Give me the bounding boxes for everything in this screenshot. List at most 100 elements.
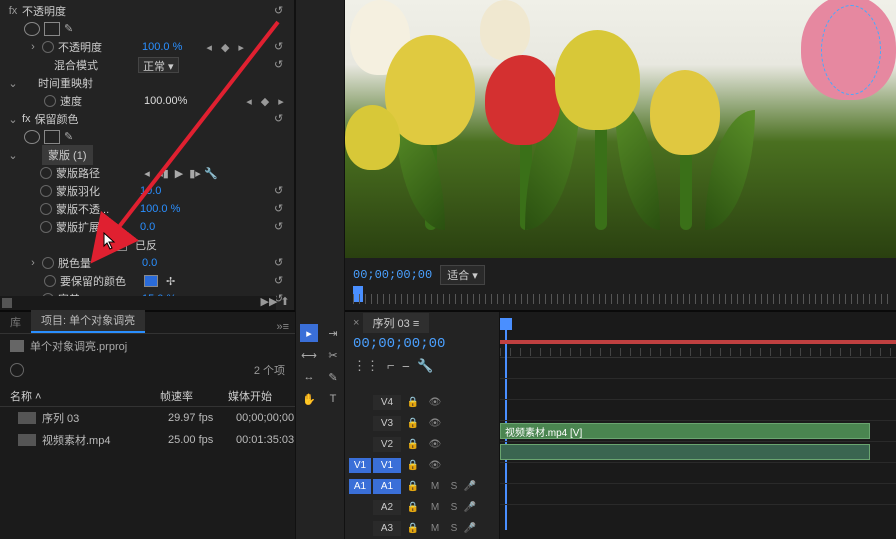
prev-kf-icon[interactable]: ◂ (202, 40, 216, 54)
timeline-timecode[interactable]: 00;00;00;00 (345, 334, 499, 354)
mask-invert-checkbox[interactable] (116, 240, 127, 251)
mask-outline[interactable] (821, 5, 881, 95)
panel-menu-icon[interactable]: »≡ (270, 321, 295, 333)
razor-tool[interactable]: ✂ (324, 346, 342, 364)
track-v4[interactable] (500, 358, 896, 379)
keyframe-toggle[interactable] (42, 257, 54, 269)
track-header-v2[interactable]: V2🔒👁 (345, 434, 499, 455)
decolor-value[interactable]: 0.0 (142, 257, 182, 269)
program-timecode[interactable]: 00;00;00;00 (353, 268, 432, 282)
track-step-icon[interactable]: ▮▸ (188, 166, 202, 180)
mask-ellipse-icon[interactable] (24, 130, 40, 144)
next-kf-icon[interactable]: ▸ (234, 40, 248, 54)
add-kf-icon[interactable]: ◆ (218, 40, 232, 54)
track-header-a3[interactable]: A3🔒MS🎤 (345, 518, 499, 539)
keyframe-toggle[interactable] (44, 275, 56, 287)
search-icon[interactable] (10, 363, 24, 377)
track-header-a2[interactable]: A2🔒MS🎤 (345, 497, 499, 518)
blend-mode-dropdown[interactable]: 正常 ▾ (138, 57, 179, 73)
prev-kf-icon[interactable]: ◂ (242, 94, 256, 108)
col-name-header[interactable]: 名称 ˄ (10, 388, 160, 404)
expand-icon[interactable]: ⌄ (8, 77, 18, 90)
collapse-icon[interactable]: › (28, 257, 38, 269)
reset-icon[interactable]: ↺ (274, 220, 288, 234)
monitor-ruler[interactable] (353, 288, 888, 304)
export-icon[interactable]: ⬆ (278, 294, 292, 308)
reset-icon[interactable]: ↺ (274, 58, 288, 72)
expand-icon[interactable]: ⌄ (8, 113, 18, 126)
track-a3[interactable] (500, 484, 896, 505)
keyframe-toggle[interactable] (40, 221, 52, 233)
track-header-v1[interactable]: V1V1🔒👁 (345, 455, 499, 476)
timeline-tracks-area[interactable]: 视频素材.mp4 [V] (500, 312, 896, 539)
track-select-tool[interactable]: ⇥ (324, 324, 342, 342)
track-v1[interactable]: 视频素材.mp4 [V] (500, 421, 896, 442)
hand-tool[interactable]: ✋ (300, 390, 318, 408)
video-output[interactable] (345, 0, 896, 258)
sequence-tab[interactable]: 序列 03 ≡ (363, 313, 430, 333)
keyframe-toggle[interactable] (44, 95, 56, 107)
mask-pen-icon[interactable]: ✎ (64, 22, 80, 36)
keyframe-toggle[interactable] (40, 185, 52, 197)
type-tool[interactable]: T (324, 390, 342, 408)
loop-icon[interactable]: ▶▶ (262, 294, 276, 308)
opacity-value[interactable]: 100.0 % (142, 41, 182, 53)
col-fps-header[interactable]: 帧速率 (160, 388, 228, 404)
mask-feather-value[interactable]: 10.0 (140, 185, 180, 197)
project-tab[interactable]: 项目: 单个对象调亮 (31, 309, 145, 333)
link-icon[interactable]: ⌐ (387, 358, 395, 374)
expand-icon[interactable]: ⌄ (8, 149, 18, 162)
project-item[interactable]: 视频素材.mp4 25.00 fps 00:01:35:03 (0, 429, 295, 451)
track-v3[interactable] (500, 379, 896, 400)
timeline-playhead[interactable] (500, 318, 512, 330)
slip-tool[interactable]: ↔ (300, 368, 318, 386)
effects-scrollbar[interactable] (0, 296, 276, 310)
wrench-icon[interactable]: 🔧 (204, 166, 218, 180)
mask-opacity-value[interactable]: 100.0 % (140, 203, 180, 215)
keyframe-toggle[interactable] (40, 167, 52, 179)
add-kf-icon[interactable]: ◆ (258, 94, 272, 108)
library-tab[interactable]: 库 (0, 311, 31, 333)
track-header-a1[interactable]: A1A1🔒MS🎤 (345, 476, 499, 497)
zoom-dropdown[interactable]: 适合 ▾ (440, 265, 485, 285)
toggle-icon[interactable]: fx (8, 5, 18, 17)
work-area-bar[interactable] (500, 340, 896, 344)
track-stop-icon[interactable]: ◂▮ (156, 166, 170, 180)
keyframe-toggle[interactable] (42, 41, 54, 53)
speed-value[interactable]: 100.00% (144, 95, 187, 107)
mask-expand-value[interactable]: 0.0 (140, 221, 180, 233)
mask-rect-icon[interactable] (44, 130, 60, 144)
marker-icon[interactable]: ⎯ (403, 358, 410, 374)
selection-tool[interactable]: ▸ (300, 324, 318, 342)
track-fwd-icon[interactable]: ▶ (172, 166, 186, 180)
reset-icon[interactable]: ↺ (274, 184, 288, 198)
collapse-icon[interactable]: › (28, 41, 38, 53)
track-header-v4[interactable]: V4🔒👁 (345, 392, 499, 413)
color-swatch[interactable] (144, 275, 158, 287)
reset-icon[interactable]: ↺ (274, 202, 288, 216)
mask-item[interactable]: 蒙版 (1) (42, 145, 93, 165)
reset-icon[interactable]: ↺ (274, 112, 288, 126)
track-a1[interactable] (500, 442, 896, 463)
mask-rect-icon[interactable] (44, 22, 60, 36)
reset-icon[interactable]: ↺ (274, 40, 288, 54)
mask-ellipse-icon[interactable] (24, 22, 40, 36)
track-back-icon[interactable]: ◂ (140, 166, 154, 180)
track-a2[interactable] (500, 463, 896, 484)
reset-icon[interactable]: ↺ (274, 274, 288, 288)
track-header-v3[interactable]: V3🔒👁 (345, 413, 499, 434)
snap-icon[interactable]: ⋮⋮ (353, 358, 379, 374)
track-v2[interactable] (500, 400, 896, 421)
pen-tool[interactable]: ✎ (324, 368, 342, 386)
timeline-ruler[interactable] (500, 312, 896, 358)
eyedropper-icon[interactable]: ✢ (166, 275, 175, 288)
video-clip[interactable]: 视频素材.mp4 [V] (500, 423, 870, 439)
project-item[interactable]: 序列 03 29.97 fps 00;00;00;00 (0, 407, 295, 429)
ripple-tool[interactable]: ⟷ (300, 346, 318, 364)
keyframe-toggle[interactable] (40, 203, 52, 215)
next-kf-icon[interactable]: ▸ (274, 94, 288, 108)
audio-clip[interactable] (500, 444, 870, 460)
reset-icon[interactable]: ↺ (274, 4, 288, 18)
reset-icon[interactable]: ↺ (274, 256, 288, 270)
wrench-icon[interactable]: 🔧 (417, 358, 433, 374)
